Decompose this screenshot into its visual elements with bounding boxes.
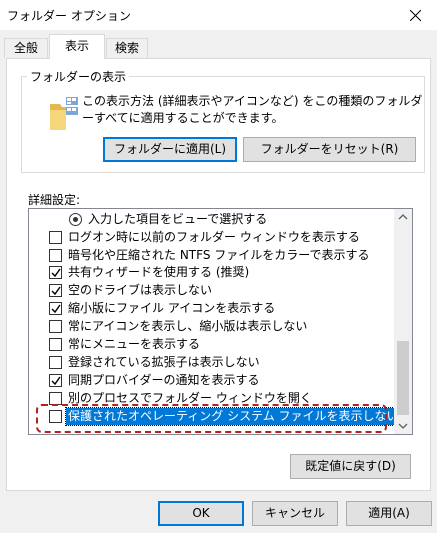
list-item-label: 入力した項目をビューで選択する — [88, 212, 268, 226]
folder-options-dialog: フォルダー オプション 全般 表示 検索 フォルダーの表示 この表示方法 (詳細… — [0, 0, 437, 533]
restore-defaults-label: 既定値に戻す(D) — [305, 459, 396, 473]
apply-label: 適用(A) — [368, 506, 410, 520]
checkbox[interactable] — [49, 249, 62, 262]
folder-view-legend: フォルダーの表示 — [27, 68, 130, 85]
checkbox[interactable] — [49, 338, 62, 351]
checkmark-icon — [51, 304, 61, 314]
list-item[interactable]: 常にメニューを表示する — [29, 336, 395, 353]
list-item-label: 登録されている拡張子は表示しない — [68, 355, 260, 369]
reset-folders-label: フォルダーをリセット(R) — [260, 142, 399, 156]
close-button[interactable] — [393, 0, 437, 30]
list-item[interactable]: 登録されている拡張子は表示しない — [29, 354, 395, 371]
checkbox[interactable] — [49, 231, 62, 244]
list-item-label: 空のドライブは表示しない — [68, 283, 213, 297]
close-icon — [410, 10, 421, 21]
list-item-label: 縮小版にファイル アイコンを表示する — [68, 301, 276, 315]
list-item[interactable]: 縮小版にファイル アイコンを表示する — [29, 300, 395, 317]
checkmark-icon — [51, 376, 61, 386]
checkbox[interactable] — [49, 320, 62, 333]
chevron-up-icon — [398, 214, 408, 220]
checkbox[interactable] — [49, 356, 62, 369]
advanced-settings-list[interactable]: 入力した項目をビューで選択する ログオン時に以前のフォルダー ウィンドウを表示す… — [28, 208, 413, 435]
list-item-label: 常にメニューを表示する — [68, 337, 201, 351]
checkbox[interactable] — [49, 374, 62, 387]
tab-view[interactable]: 表示 — [49, 34, 105, 59]
list-item[interactable]: 入力した項目をビューで選択する — [29, 211, 395, 228]
apply-to-folders-label: フォルダーに適用(L) — [113, 142, 227, 156]
tab-search[interactable]: 検索 — [106, 38, 148, 58]
highlight-annotation — [36, 404, 387, 433]
scroll-thumb[interactable] — [397, 341, 409, 415]
folder-views-icon — [50, 97, 78, 130]
chevron-down-icon — [398, 423, 408, 429]
advanced-settings-label: 詳細設定: — [28, 193, 81, 207]
tab-general[interactable]: 全般 — [4, 38, 48, 58]
list-item[interactable]: 常にアイコンを表示し、縮小版は表示しない — [29, 318, 395, 335]
apply-button[interactable]: 適用(A) — [346, 501, 432, 526]
radio-button[interactable] — [69, 213, 82, 226]
ok-button[interactable]: OK — [158, 501, 244, 526]
scroll-up-button[interactable] — [394, 209, 412, 226]
checkmark-icon — [51, 268, 61, 278]
cancel-button[interactable]: キャンセル — [252, 501, 338, 526]
list-item[interactable]: 空のドライブは表示しない — [29, 282, 395, 299]
tab-search-label: 検索 — [114, 41, 139, 55]
vertical-scrollbar[interactable] — [394, 209, 412, 434]
list-item-label: 同期プロバイダーの通知を表示する — [68, 373, 260, 387]
list-item-label: 共有ウィザードを使用する (推奨) — [68, 265, 250, 279]
title-bar: フォルダー オプション — [0, 0, 437, 30]
checkbox[interactable] — [49, 284, 62, 297]
window-title: フォルダー オプション — [7, 9, 131, 23]
restore-defaults-button[interactable]: 既定値に戻す(D) — [290, 454, 411, 479]
list-item[interactable]: ログオン時に以前のフォルダー ウィンドウを表示する — [29, 229, 395, 246]
scroll-down-button[interactable] — [394, 417, 412, 434]
reset-folders-button[interactable]: フォルダーをリセット(R) — [243, 137, 416, 162]
folder-view-description: この表示方法 (詳細表示やアイコンなど) をこの種類のフォルダーすべてに適用する… — [82, 94, 423, 125]
list-item[interactable]: 同期プロバイダーの通知を表示する — [29, 372, 395, 389]
checkbox[interactable] — [49, 302, 62, 315]
list-item[interactable]: 共有ウィザードを使用する (推奨) — [29, 264, 395, 281]
tab-general-label: 全般 — [13, 41, 38, 55]
checkmark-icon — [51, 286, 61, 296]
apply-to-folders-button[interactable]: フォルダーに適用(L) — [103, 137, 237, 162]
checkbox[interactable] — [49, 266, 62, 279]
list-item-label: ログオン時に以前のフォルダー ウィンドウを表示する — [68, 230, 360, 244]
ok-label: OK — [192, 506, 210, 520]
list-item-label: 暗号化や圧縮された NTFS ファイルをカラーで表示する — [68, 248, 370, 262]
list-item-label: 常にアイコンを表示し、縮小版は表示しない — [68, 319, 308, 333]
tab-view-label: 表示 — [64, 39, 89, 53]
list-item[interactable]: 暗号化や圧縮された NTFS ファイルをカラーで表示する — [29, 247, 395, 264]
cancel-label: キャンセル — [264, 506, 325, 520]
